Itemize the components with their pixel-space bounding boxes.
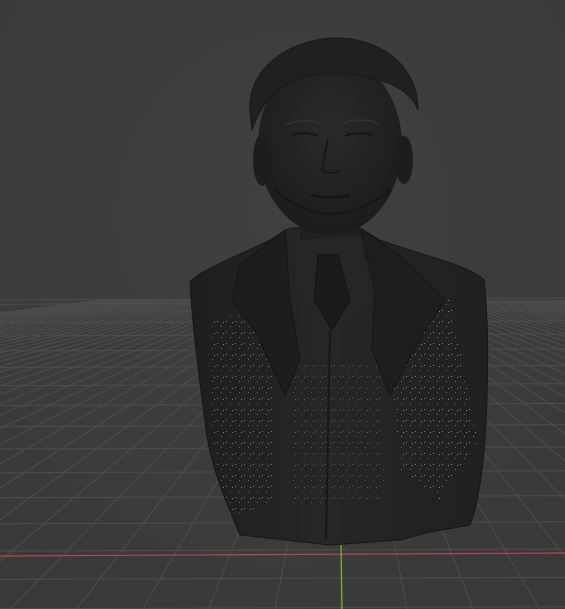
bust-ear-left (253, 134, 271, 186)
bust-speckle-center (290, 360, 385, 505)
bust-ear-right (395, 136, 413, 184)
3d-viewport[interactable] (0, 0, 565, 609)
